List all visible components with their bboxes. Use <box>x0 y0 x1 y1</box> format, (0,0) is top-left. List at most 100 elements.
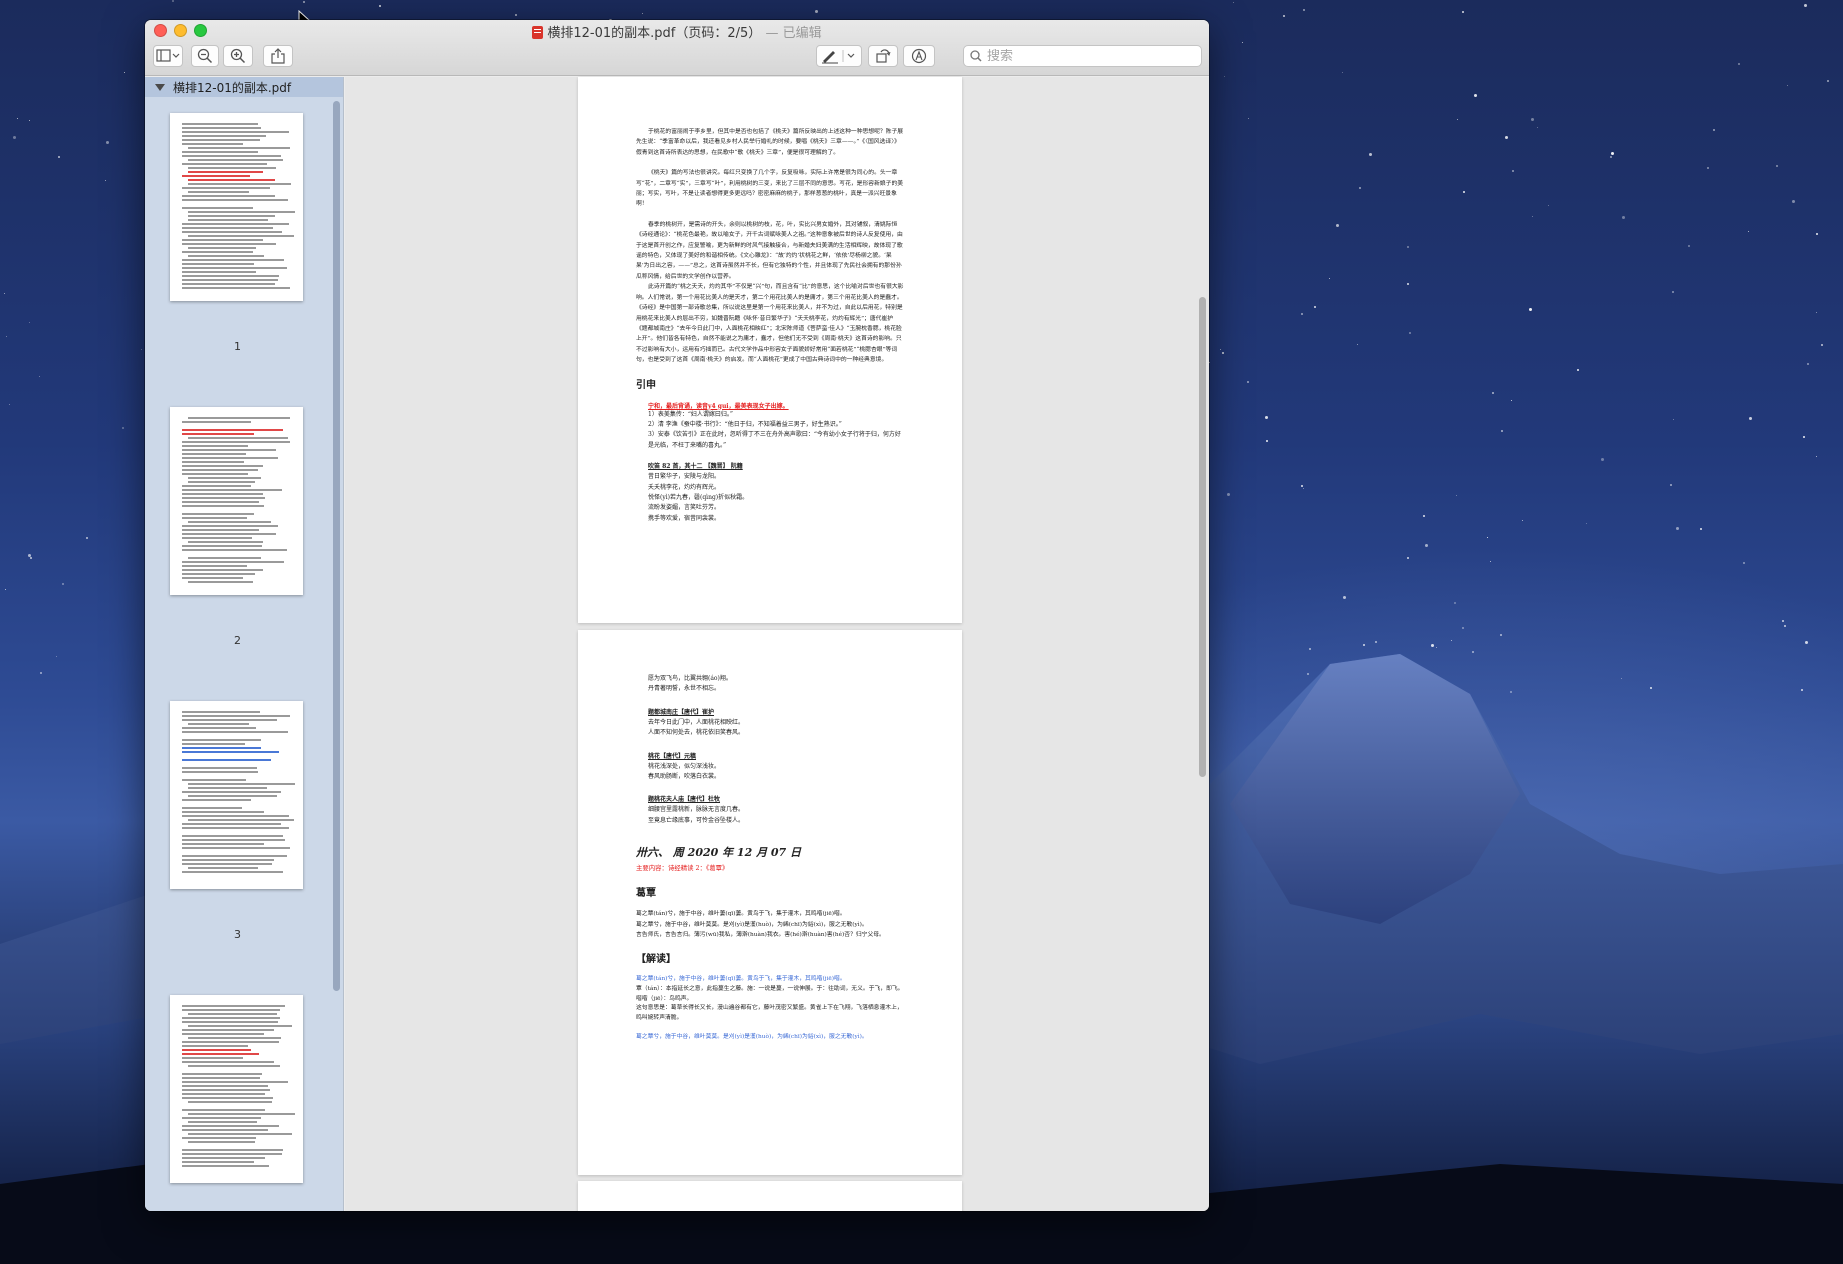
thumbnail-text-line <box>182 1053 259 1055</box>
thumbnail-text-line <box>182 501 259 503</box>
poem-title: 题都城南庄【唐代】崔护 <box>648 708 715 716</box>
sidebar-scrollbar[interactable] <box>333 101 340 991</box>
page-thumbnail-2[interactable] <box>170 407 303 595</box>
thumbnail-text-line <box>188 581 253 583</box>
search-input[interactable] <box>987 48 1187 64</box>
thumbnail-text-line <box>182 461 245 463</box>
markup-pen-button[interactable] <box>816 45 862 67</box>
star <box>104 179 106 181</box>
share-button[interactable] <box>263 45 293 67</box>
thumbnail-text-line <box>182 1029 275 1031</box>
pdf-page-2: 于桃花的富丽闹于李乡里，但其中是否也包括了《桃夭》篇所反映出的上述这种一种思想呢… <box>578 77 962 623</box>
thumbnail-text-line <box>182 473 249 475</box>
poem-title: 题桃花夫人庙【唐代】杜牧 <box>648 796 721 804</box>
star <box>1738 62 1741 65</box>
page-thumbnail-3[interactable] <box>170 701 303 889</box>
document-view[interactable]: 于桃花的富丽闹于李乡里，但其中是否也包括了《桃夭》篇所反映出的上述这种一种思想呢… <box>345 77 1209 1211</box>
thumbnail-text-line <box>182 497 266 499</box>
disclosure-triangle-icon[interactable] <box>155 83 165 91</box>
star <box>1406 557 1409 560</box>
title-bar[interactable]: 横排12-01的副本.pdf（页码：2/5） — 已编辑 <box>145 20 1209 76</box>
star <box>1610 156 1613 159</box>
list-item: 3）安泰《饮苦引》正在此时，忽听得丁不三在舟外高声歌曰：“今有幼小女子行将于归，… <box>648 431 901 449</box>
search-field[interactable] <box>963 45 1202 67</box>
star <box>141 348 143 350</box>
star <box>1422 515 1425 518</box>
thumbnail-text-line <box>188 159 284 161</box>
thumbnail-text-line <box>188 521 271 523</box>
thumbnail-text-line <box>182 1077 261 1079</box>
window-title: 横排12-01的副本.pdf（页码：2/5） — 已编辑 <box>145 22 1209 41</box>
thumbnail-text-line <box>182 123 259 125</box>
page-content: 于桃花的富丽闹于李乡里，但其中是否也包括了《桃夭》篇所反映出的上述这种一种思想呢… <box>636 127 904 524</box>
star <box>1672 419 1674 421</box>
interpretation-text: 覃（tán）：本指延长之意，此指蔓生之藤。施：一说是蔓，一说伸展。于：往助词，无… <box>636 986 904 1002</box>
search-icon <box>970 50 982 62</box>
star <box>1303 488 1305 490</box>
thumbnail-text-line <box>182 445 249 447</box>
star <box>1328 277 1330 279</box>
star <box>1224 76 1226 78</box>
thumbnail-text-line <box>182 469 258 471</box>
thumbnail-text-line <box>182 1033 264 1035</box>
thumbnail-text-line <box>182 267 287 269</box>
zoom-in-button[interactable] <box>223 45 253 67</box>
thumbnail-text-line <box>188 147 291 149</box>
thumbnail-text-line <box>188 215 275 217</box>
star <box>1610 151 1614 155</box>
thumbnail-text-line <box>182 243 277 245</box>
star <box>1622 215 1626 219</box>
list-item: 1）表美集传：“妇人谓嫁曰归。” <box>648 410 733 418</box>
thumbnail-text-line <box>182 835 284 837</box>
star <box>1300 485 1303 488</box>
thumbnail-label: 2 <box>234 634 241 647</box>
thumbnail-text-line <box>182 485 251 487</box>
interpretation-text: 这句意思是：葛草长得长又长，漫山遍谷都有它，藤叶茂密又繁盛。黄雀上下在飞翔，飞落… <box>636 1005 903 1021</box>
star <box>38 375 40 377</box>
thumbnail-text-line <box>182 1117 262 1119</box>
zoom-out-button[interactable] <box>191 45 219 67</box>
thumbnail-text-line <box>182 577 243 579</box>
star <box>105 140 109 144</box>
star <box>1406 282 1409 285</box>
rotate-icon <box>876 49 891 63</box>
star <box>815 9 819 13</box>
thumbnail-text-line <box>182 195 276 197</box>
thumbnail-text-line <box>182 1129 268 1131</box>
thumbnail-preview <box>182 711 296 879</box>
thumbnail-text-line <box>182 759 271 761</box>
thumbnail-text-line <box>182 1041 280 1043</box>
share-icon <box>271 48 285 64</box>
poem-line: 昔日繁华子，安陵与龙阳。 <box>648 473 721 481</box>
star <box>1803 435 1806 438</box>
thumbnail-text-line <box>182 529 259 531</box>
thumbnail-text-line <box>182 561 284 563</box>
star <box>9 404 11 406</box>
poem-line: 至竟息亡缘底事，可怜金谷坠楼人。 <box>648 816 745 824</box>
star <box>1601 458 1605 462</box>
rotate-button[interactable] <box>868 45 898 67</box>
page-thumbnail-1[interactable] <box>170 113 303 301</box>
thumbnail-text-line <box>182 545 262 547</box>
markup-toolbar-button[interactable] <box>903 45 935 67</box>
pdf-file-icon <box>532 26 544 39</box>
thumbnail-text-line <box>188 183 292 185</box>
thumbnail-text-line <box>182 739 262 741</box>
sidebar-document-row[interactable]: 横排12-01的副本.pdf <box>145 77 343 97</box>
title-filename: 横排12-01的副本.pdf（页码：2/5） <box>547 26 762 41</box>
star <box>1671 291 1674 294</box>
thumbnail-label: 1 <box>234 340 241 353</box>
thumbnail-text-line <box>188 481 255 483</box>
star <box>1807 362 1810 365</box>
thumbnail-text-line <box>188 219 268 221</box>
thumbnail-text-line <box>188 1113 295 1115</box>
star <box>30 557 33 560</box>
page-thumbnail-4[interactable] <box>170 995 303 1183</box>
thumbnail-text-line <box>188 171 264 173</box>
document-scrollbar[interactable] <box>1199 297 1206 777</box>
thumbnail-text-line <box>188 783 296 785</box>
sidebar-toggle-button[interactable] <box>153 45 183 67</box>
thumbnail-text-line <box>182 1057 244 1059</box>
star <box>1787 84 1789 86</box>
star <box>1369 152 1373 156</box>
